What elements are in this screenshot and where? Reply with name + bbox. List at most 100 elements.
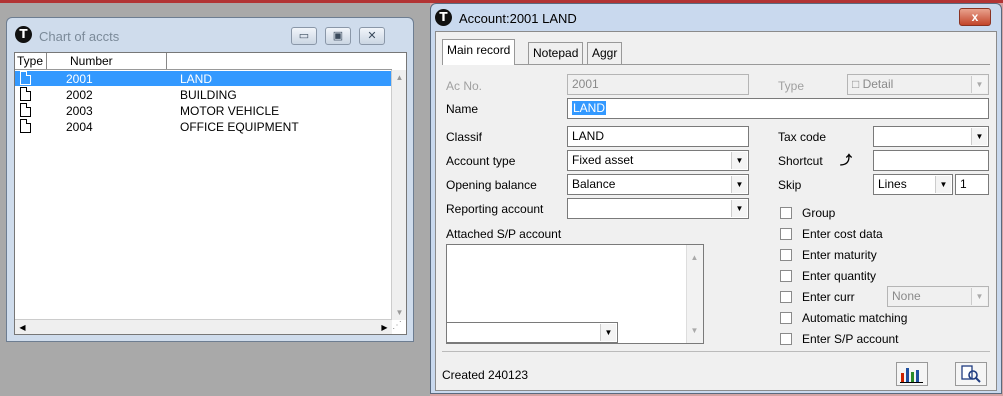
chart-window-title: Chart of accts <box>39 29 120 44</box>
attached-sp-select[interactable]: ▼ <box>446 322 618 343</box>
account-name: OFFICE EQUIPMENT <box>180 120 299 134</box>
enter-curr-label: Enter curr <box>802 290 855 304</box>
enter-sp-account-checkbox[interactable] <box>780 333 792 345</box>
account-number: 2004 <box>66 120 93 134</box>
list-item[interactable]: 2004 OFFICE EQUIPMENT <box>15 119 392 134</box>
enter-quantity-checkbox[interactable] <box>780 270 792 282</box>
shortcut-arrow-icon: ⤴ <box>840 153 853 167</box>
column-divider[interactable] <box>46 53 47 69</box>
ac-no-label: Ac No. <box>446 79 483 93</box>
close-button[interactable]: ✕ <box>359 27 385 45</box>
chart-window-titlebar[interactable]: T Chart of accts ▭ ▣ ✕ <box>11 22 409 48</box>
automatic-matching-label: Automatic matching <box>802 311 908 325</box>
enter-sp-account-label: Enter S/P account <box>802 332 899 346</box>
currency-select: None ▼ <box>887 286 989 307</box>
chevron-down-icon[interactable]: ▼ <box>600 324 616 341</box>
scroll-up-icon[interactable]: ▲ <box>689 253 700 262</box>
type-label: Type <box>778 79 805 93</box>
scroll-down-icon[interactable]: ▼ <box>689 326 700 335</box>
account-name: LAND <box>180 72 213 86</box>
minimize-button[interactable]: ▭ <box>291 27 317 45</box>
reporting-account-select[interactable]: ▼ <box>567 198 749 219</box>
enter-cost-data-checkbox[interactable] <box>780 228 792 240</box>
tab-main-record[interactable]: Main record <box>442 39 516 65</box>
status-text: Created 240123 <box>442 368 529 382</box>
account-number: 2001 <box>66 72 93 86</box>
chevron-down-icon[interactable]: ▼ <box>731 152 747 169</box>
tab-aggr[interactable]: Aggr <box>587 42 623 64</box>
account-type-label: Account type <box>446 154 516 168</box>
opening-balance-select[interactable]: Balance ▼ <box>567 174 749 195</box>
shortcut-field[interactable] <box>873 150 989 171</box>
document-icon <box>20 119 31 133</box>
account-name: BUILDING <box>180 88 237 102</box>
app-logo-icon: T <box>435 9 452 26</box>
chevron-down-icon: ▼ <box>971 76 987 93</box>
enter-cost-data-label: Enter cost data <box>802 227 883 241</box>
document-icon: □ <box>852 77 860 91</box>
close-button[interactable]: x <box>959 8 991 26</box>
list-item[interactable]: 2001 LAND <box>15 71 392 86</box>
name-label: Name <box>446 102 479 116</box>
list-item[interactable]: 2002 BUILDING <box>15 87 392 102</box>
column-header-type[interactable]: Type <box>17 54 43 68</box>
horizontal-scrollbar[interactable]: ◀ ▶ <box>15 319 392 334</box>
account-window: T Account:2001 LAND x Main record Notepa… <box>430 3 1002 394</box>
shortcut-label: Shortcut <box>778 154 823 168</box>
tab-divider <box>442 64 990 65</box>
vertical-scrollbar[interactable]: ▲ ▼ <box>391 70 406 320</box>
group-label: Group <box>802 206 836 220</box>
status-divider <box>442 351 990 352</box>
tax-code-select[interactable]: ▼ <box>873 126 989 147</box>
app-logo-icon: T <box>15 26 32 43</box>
automatic-matching-checkbox[interactable] <box>780 312 792 324</box>
chevron-down-icon[interactable]: ▼ <box>731 200 747 217</box>
account-form: Main record Notepad Aggr Ac No. 2001 Typ… <box>435 31 997 391</box>
scroll-down-icon[interactable]: ▼ <box>392 305 407 320</box>
skip-label: Skip <box>778 178 802 192</box>
chart-of-accounts-window: T Chart of accts ▭ ▣ ✕ Type Number 2001 … <box>6 17 414 342</box>
account-number: 2003 <box>66 104 93 118</box>
column-header-number[interactable]: Number <box>70 54 113 68</box>
list-header: Type Number <box>15 53 392 70</box>
tab-notepad[interactable]: Notepad <box>528 42 584 64</box>
list-item[interactable]: 2003 MOTOR VEHICLE <box>15 103 392 118</box>
account-type-select[interactable]: Fixed asset ▼ <box>567 150 749 171</box>
chevron-down-icon: ▼ <box>971 288 987 305</box>
enter-quantity-label: Enter quantity <box>802 269 877 283</box>
tax-code-label: Tax code <box>778 130 827 144</box>
document-icon <box>20 103 31 117</box>
ac-no-field: 2001 <box>567 74 749 95</box>
balance-chart-button[interactable] <box>896 362 928 386</box>
chevron-down-icon[interactable]: ▼ <box>731 176 747 193</box>
bar-chart-icon <box>900 368 923 383</box>
attached-sp-label: Attached S/P account <box>446 227 562 241</box>
document-icon <box>20 87 31 101</box>
enter-maturity-checkbox[interactable] <box>780 249 792 261</box>
account-window-title: Account:2001 LAND <box>459 11 577 26</box>
accounts-list[interactable]: Type Number 2001 LAND 2002 BUILDING 2003… <box>14 52 407 335</box>
resize-grip-icon[interactable]: ⋰ <box>392 320 405 333</box>
chevron-down-icon[interactable]: ▼ <box>935 176 951 193</box>
group-checkbox[interactable] <box>780 207 792 219</box>
search-record-button[interactable] <box>955 362 987 386</box>
maximize-button[interactable]: ▣ <box>325 27 351 45</box>
reporting-account-label: Reporting account <box>446 202 544 216</box>
column-divider[interactable] <box>166 53 167 69</box>
classif-field[interactable]: LAND <box>567 126 749 147</box>
skip-select[interactable]: Lines ▼ <box>873 174 953 195</box>
classif-label: Classif <box>446 130 483 144</box>
scroll-right-icon[interactable]: ▶ <box>377 320 392 335</box>
chevron-down-icon[interactable]: ▼ <box>971 128 987 145</box>
document-icon <box>20 71 31 85</box>
account-name: MOTOR VEHICLE <box>180 104 280 118</box>
enter-curr-checkbox[interactable] <box>780 291 792 303</box>
scroll-left-icon[interactable]: ◀ <box>15 320 30 335</box>
opening-balance-label: Opening balance <box>446 178 537 192</box>
account-number: 2002 <box>66 88 93 102</box>
name-field[interactable]: LAND <box>567 98 989 119</box>
type-select: □ Detail ▼ <box>847 74 989 95</box>
scroll-up-icon[interactable]: ▲ <box>392 70 407 85</box>
magnifier-icon <box>961 365 981 383</box>
skip-count-field[interactable]: 1 <box>955 174 989 195</box>
